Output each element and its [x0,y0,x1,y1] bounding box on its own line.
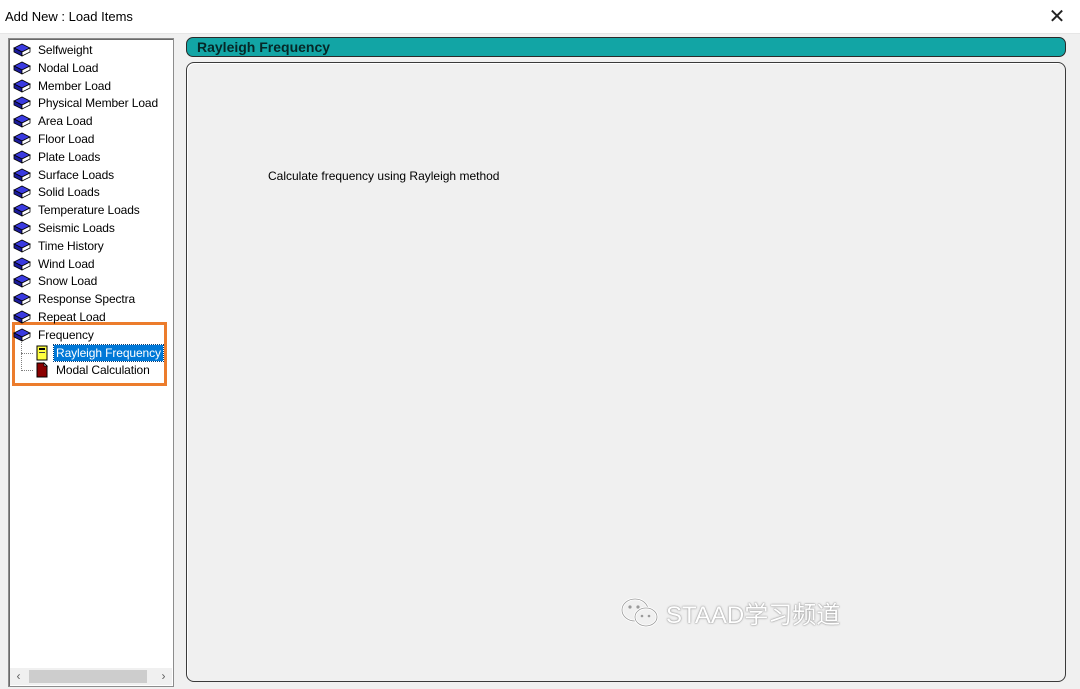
frequency-doc-icon [35,345,49,361]
load-items-tree[interactable]: ‹ › Selfweight Nodal Load Member Load Physi… [8,38,174,687]
load-book-icon [13,113,31,129]
load-book-icon [13,184,31,200]
tree-item-seismic-loads[interactable]: Seismic Loads [13,219,117,237]
tree-item-snow-load[interactable]: Snow Load [13,272,99,290]
tree-item-response-spectra[interactable]: Response Spectra [13,290,137,308]
tree-item-label: Floor Load [38,132,95,146]
tree-item-label: Area Load [38,114,93,129]
tree-item-label: Selfweight [38,43,93,57]
tree-item-modal-calculation[interactable]: Modal Calculation [35,361,152,379]
tree-item-surface-loads[interactable]: Surface Loads [13,166,116,184]
load-book-icon [13,256,31,272]
load-book-icon [13,78,31,94]
load-book-icon [13,273,31,289]
tree-item-physical-member-load[interactable]: Physical Member Load [13,94,160,112]
content-panel: Calculate frequency using Rayleigh metho… [186,62,1066,682]
tree-item-member-load[interactable]: Member Load [13,77,113,95]
tree-item-solid-loads[interactable]: Solid Loads [13,183,102,201]
red-document-icon [35,362,49,378]
load-book-icon [13,167,31,183]
tree-item-label: Surface Loads [38,167,115,182]
tree-item-frequency[interactable]: Frequency [13,326,96,344]
panel-header: Rayleigh Frequency [186,37,1066,57]
tree-item-nodal-load[interactable]: Nodal Load [13,59,100,77]
tree-item-label: Nodal Load [38,60,99,75]
scrollbar-thumb[interactable] [29,670,147,683]
tree-item-plate-loads[interactable]: Plate Loads [13,148,102,166]
horizontal-scrollbar[interactable]: ‹ › [10,668,172,685]
tree-item-label: Temperature Loads [38,203,140,218]
scroll-right-icon[interactable]: › [155,668,172,685]
tree-item-area-load[interactable]: Area Load [13,112,94,130]
tree-item-label: Modal Calculation [56,363,150,378]
load-book-icon [13,95,31,111]
tree-item-wind-load[interactable]: Wind Load [13,255,96,273]
tree-item-label: Time History [38,238,104,253]
tree-connector-line [21,341,22,370]
tree-item-label: Response Spectra [38,292,136,307]
tree-item-time-history[interactable]: Time History [13,237,106,255]
load-book-icon [13,60,31,76]
watermark-text: STAAD学习频道 [666,602,841,629]
watermark: STAAD学习频道 [620,595,840,630]
tree-item-label: Frequency [38,327,94,342]
tree-item-label: Seismic Loads [38,221,115,235]
tree-item-temperature-loads[interactable]: Temperature Loads [13,201,142,219]
tree-item-label: Rayleigh Frequency [53,343,164,362]
tree-connector-line [21,352,33,354]
tree-item-rayleigh-frequency[interactable]: Rayleigh Frequency [35,343,164,362]
tree-item-label: Plate Loads [38,149,101,164]
dialog-client-area: ‹ › Selfweight Nodal Load Member Load Physi… [0,34,1080,689]
load-book-icon [13,202,31,218]
panel-header-title: Rayleigh Frequency [197,39,331,55]
chat-bubbles-icon [620,597,659,627]
load-book-icon [13,131,31,147]
tree-item-selfweight[interactable]: Selfweight [13,41,94,59]
title-bar: Add New : Load Items ✕ [0,0,1080,34]
tree-item-label: Repeat Load [38,310,106,324]
tree-item-floor-load[interactable]: Floor Load [13,130,96,148]
tree-item-label: Snow Load [38,274,98,289]
tree-item-label: Wind Load [38,256,95,271]
tree-connector-line [21,370,33,372]
close-icon[interactable]: ✕ [1046,6,1068,28]
tree-item-label: Member Load [38,78,111,93]
load-book-icon [13,42,31,58]
tree-item-label: Physical Member Load [38,96,159,111]
tree-item-repeat-load[interactable]: Repeat Load [13,308,108,326]
load-book-icon [13,309,31,325]
load-book-icon [13,327,31,343]
window-title: Add New : Load Items [5,9,133,24]
load-book-icon [13,149,31,165]
panel-description: Calculate frequency using Rayleigh metho… [268,169,500,183]
load-book-icon [13,220,31,236]
tree-item-label: Solid Loads [38,185,100,200]
scroll-left-icon[interactable]: ‹ [10,668,27,685]
load-book-icon [13,291,31,307]
load-book-icon [13,238,31,254]
